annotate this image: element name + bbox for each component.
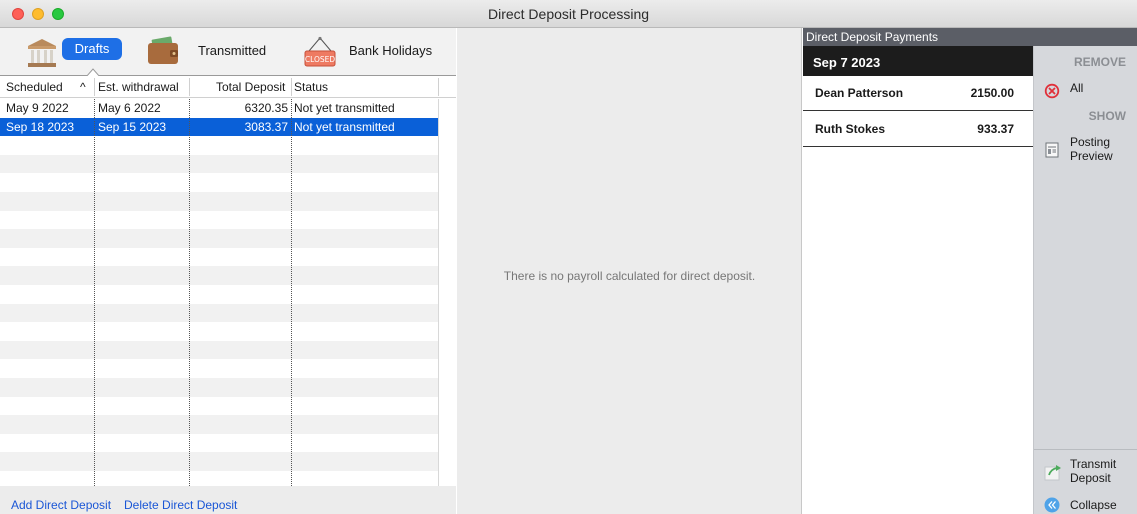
column-divider[interactable] [189,78,190,96]
tab-transmitted[interactable]: Transmitted [198,43,266,58]
sort-indicator-icon[interactable]: ^ [80,80,86,94]
title-bar: Direct Deposit Processing [0,0,1137,28]
tab-bank-holidays[interactable]: Bank Holidays [349,43,432,58]
remove-section-title: REMOVE [1073,55,1126,69]
collapse-label: Collapse [1070,498,1117,512]
collapse-button[interactable]: Collapse [1044,497,1134,513]
payments-panel: Direct Deposit Payments Sep 7 2023 Dean … [803,28,1137,514]
empty-row [0,452,438,471]
empty-row [0,173,438,192]
transmit-icon [1044,465,1061,481]
cell-est-withdrawal: Sep 15 2023 [98,119,167,134]
empty-row [0,359,438,378]
collapse-chevron-icon [1044,497,1060,513]
empty-row [0,397,438,416]
empty-row [0,340,438,360]
payment-amount: 933.37 [977,122,1014,136]
wallet-icon[interactable] [146,36,180,66]
empty-row [0,303,438,323]
table-scroll-gutter[interactable] [438,99,456,486]
action-sidebar: REMOVE All SHOW Posting Preview Transmit… [1033,46,1137,514]
cell-est-withdrawal: May 6 2022 [98,101,161,115]
cell-total-deposit: 6320.35 [244,101,288,115]
empty-row [0,434,438,453]
add-direct-deposit-link[interactable]: Add Direct Deposit [11,498,111,512]
posting-preview-button[interactable]: Posting Preview [1044,135,1134,165]
payroll-detail-panel: There is no payroll calculated for direc… [457,28,802,514]
column-header-status[interactable]: Status [294,80,328,94]
transmit-deposit-label-line1: Transmit [1070,457,1117,471]
column-divider [189,99,190,486]
column-header-est-withdrawal[interactable]: Est. withdrawal [98,80,179,94]
empty-row [0,192,438,211]
bank-icon[interactable] [26,37,58,69]
column-divider [438,78,439,96]
cell-scheduled: Sep 18 2023 [6,119,75,134]
show-section-title: SHOW [1088,109,1126,123]
payment-date-header[interactable]: Sep 7 2023 [803,46,1033,76]
empty-row [0,322,438,341]
transmit-deposit-button[interactable]: Transmit Deposit [1044,457,1134,487]
deposit-table: Scheduled ^ Est. withdrawal Total Deposi… [0,76,456,486]
posting-preview-label-line1: Posting [1070,135,1111,149]
empty-row [0,136,438,155]
transmit-deposit-label-line2: Deposit [1070,471,1111,485]
deposit-list-footer: Add Direct Deposit Delete Direct Deposit [0,486,456,514]
empty-row [0,471,438,486]
window-title: Direct Deposit Processing [487,6,650,22]
column-header-total-deposit[interactable]: Total Deposit [216,80,285,94]
table-row[interactable]: May 9 2022 May 6 2022 6320.35 Not yet tr… [0,99,438,118]
remove-all-button[interactable]: All [1044,81,1134,99]
empty-row [0,378,438,397]
empty-row [0,248,438,267]
column-divider [94,99,95,486]
remove-all-label: All [1070,81,1084,95]
column-divider[interactable] [94,78,95,96]
column-header-scheduled[interactable]: Scheduled [6,80,63,94]
closed-sign-icon[interactable]: CLOSED [303,36,337,68]
empty-row [0,415,438,434]
sidebar-divider [1034,449,1137,450]
document-preview-icon [1045,142,1059,158]
empty-row [0,154,438,174]
payment-row[interactable]: Dean Patterson 2150.00 [803,76,1033,111]
table-row-selected[interactable]: Sep 18 2023 Sep 15 2023 3083.37 Not yet … [0,117,438,137]
empty-row [0,266,438,285]
cell-scheduled: May 9 2022 [6,101,69,115]
deposit-list-panel: Drafts Transmitted CLOSED Bank Holidays … [0,28,456,514]
tab-bar: Drafts Transmitted CLOSED Bank Holidays [0,28,456,77]
empty-state-message: There is no payroll calculated for direc… [503,269,756,283]
payment-row[interactable]: Ruth Stokes 933.37 [803,112,1033,147]
remove-circle-icon [1044,83,1060,99]
empty-row [0,285,438,304]
payment-employee-name: Ruth Stokes [815,122,886,136]
closed-sign-text: CLOSED [305,55,336,64]
delete-direct-deposit-link[interactable]: Delete Direct Deposit [124,498,237,512]
empty-row [0,229,438,248]
cell-status: Not yet transmitted [294,119,395,134]
payment-employee-name: Dean Patterson [815,86,904,100]
posting-preview-label-line2: Preview [1070,149,1113,163]
column-divider[interactable] [291,78,292,96]
table-header: Scheduled ^ Est. withdrawal Total Deposi… [0,76,456,98]
tab-drafts[interactable]: Drafts [62,38,122,60]
table-body: May 9 2022 May 6 2022 6320.35 Not yet tr… [0,99,438,486]
cell-total-deposit: 3083.37 [244,119,288,134]
cell-status: Not yet transmitted [294,101,395,115]
payment-amount: 2150.00 [970,86,1014,100]
payments-header: Direct Deposit Payments [803,28,1137,46]
empty-row [0,211,438,230]
column-divider [291,99,292,486]
